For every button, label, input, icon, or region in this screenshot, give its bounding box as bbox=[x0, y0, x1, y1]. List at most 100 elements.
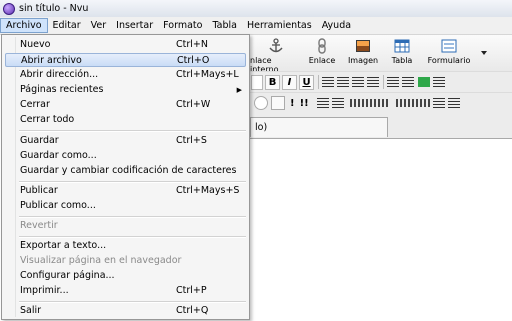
tab-document[interactable]: lo) bbox=[250, 117, 388, 137]
menu-item-shortcut: Ctrl+P bbox=[176, 285, 207, 296]
align-right-icon[interactable] bbox=[352, 77, 364, 87]
menu-item-guardar-y-cambiar-codificacion[interactable]: Guardar y cambiar codificación de caract… bbox=[5, 164, 246, 178]
menu-bar: Archivo Editar Ver Insertar Formato Tabl… bbox=[0, 17, 512, 35]
menu-item-shortcut: Ctrl+S bbox=[176, 135, 207, 146]
emphasis-button[interactable]: ! bbox=[290, 98, 295, 109]
menu-insertar[interactable]: Insertar bbox=[111, 18, 158, 33]
menu-item-label: Exportar a texto... bbox=[20, 240, 107, 251]
menu-separator bbox=[19, 216, 246, 218]
spacing-icons[interactable] bbox=[349, 99, 390, 107]
menu-item-label: Guardar como... bbox=[20, 150, 97, 161]
image-button-label: Imagen bbox=[347, 56, 379, 65]
menu-archivo[interactable]: Archivo bbox=[0, 18, 48, 33]
menu-item-shortcut: Ctrl+Mays+L bbox=[176, 69, 239, 80]
document-tabs: lo) bbox=[250, 113, 512, 138]
menu-item-label: Guardar bbox=[20, 135, 59, 146]
link-icon bbox=[318, 38, 326, 54]
bullet-list-icon[interactable] bbox=[387, 77, 399, 87]
menu-item-salir[interactable]: Salir Ctrl+Q bbox=[5, 304, 246, 318]
menu-item-nuevo[interactable]: Nuevo Ctrl+N bbox=[5, 38, 246, 52]
list-icon[interactable] bbox=[316, 98, 329, 108]
menu-item-label: Abrir dirección... bbox=[20, 69, 99, 80]
numbered-list-icon[interactable] bbox=[402, 77, 414, 87]
composition-toolbar: nlace interno Enlace Imagen Tabla Formul… bbox=[250, 35, 512, 74]
align-justify-icon[interactable] bbox=[367, 77, 379, 87]
menu-item-exportar-texto[interactable]: Exportar a texto... bbox=[5, 239, 246, 253]
menu-item-label: Nuevo bbox=[20, 39, 51, 50]
archivo-menu: Nuevo Ctrl+N Abrir archivo Ctrl+O Abrir … bbox=[1, 34, 250, 320]
menu-separator bbox=[19, 301, 246, 303]
outdent-icon[interactable] bbox=[433, 77, 445, 87]
justify-icon[interactable] bbox=[432, 98, 445, 108]
menu-ayuda[interactable]: Ayuda bbox=[317, 18, 356, 33]
table-button-label: Tabla bbox=[391, 56, 413, 65]
menu-item-label: Publicar como... bbox=[20, 200, 96, 211]
menu-item-cerrar-todo[interactable]: Cerrar todo bbox=[5, 113, 246, 127]
menu-item-shortcut: Ctrl+Mays+S bbox=[176, 185, 240, 196]
menu-item-cerrar[interactable]: Cerrar Ctrl+W bbox=[5, 98, 246, 112]
menu-item-label: Visualizar página en el navegador bbox=[20, 255, 182, 266]
menu-item-guardar-como[interactable]: Guardar como... bbox=[5, 149, 246, 163]
menu-tabla[interactable]: Tabla bbox=[207, 18, 242, 33]
menu-herramientas[interactable]: Herramientas bbox=[242, 18, 317, 33]
text-color-icon[interactable] bbox=[254, 96, 268, 110]
toolbar-divider bbox=[383, 75, 384, 89]
toolbar-divider bbox=[318, 75, 319, 89]
menu-item-shortcut: Ctrl+N bbox=[176, 39, 208, 50]
menu-item-label: Salir bbox=[20, 305, 42, 316]
menu-separator bbox=[19, 130, 246, 132]
color-picker-fragment[interactable] bbox=[251, 74, 263, 90]
menu-item-abrir-direccion[interactable]: Abrir dirección... Ctrl+Mays+L bbox=[5, 68, 246, 82]
link-button[interactable]: Enlace bbox=[302, 38, 342, 65]
menu-formato[interactable]: Formato bbox=[158, 18, 207, 33]
anchor-button[interactable]: nlace interno bbox=[250, 38, 302, 74]
format-toolbar-2: ! !! bbox=[250, 92, 512, 113]
underline-button[interactable]: U bbox=[299, 74, 314, 90]
image-button[interactable]: Imagen bbox=[342, 38, 384, 65]
menu-item-shortcut: Ctrl+Q bbox=[176, 305, 209, 316]
menu-item-label: Imprimir... bbox=[20, 285, 69, 296]
menu-item-label: Páginas recientes bbox=[20, 84, 104, 95]
highlight-icon[interactable] bbox=[271, 96, 285, 110]
strong-emphasis-button[interactable]: !! bbox=[300, 98, 309, 109]
menu-item-visualizar-navegador: Visualizar página en el navegador bbox=[5, 254, 246, 268]
menu-item-abrir-archivo[interactable]: Abrir archivo Ctrl+O bbox=[5, 53, 246, 67]
table-icon bbox=[394, 39, 410, 53]
table-button[interactable]: Tabla bbox=[384, 38, 420, 65]
menu-item-label: Revertir bbox=[20, 220, 58, 231]
form-icon bbox=[441, 39, 457, 53]
indent-icon[interactable] bbox=[418, 77, 430, 87]
menu-item-publicar[interactable]: Publicar Ctrl+Mays+S bbox=[5, 184, 246, 198]
menu-item-label: Abrir archivo bbox=[21, 55, 82, 66]
justify-icon-2[interactable] bbox=[447, 98, 460, 108]
menu-item-label: Guardar y cambiar codificación de caract… bbox=[20, 165, 237, 176]
nvu-app-icon bbox=[3, 2, 15, 15]
menu-item-shortcut: Ctrl+O bbox=[177, 55, 210, 66]
list-icon-2[interactable] bbox=[331, 98, 344, 108]
menu-item-label: Configurar página... bbox=[20, 270, 115, 281]
spacing-icons-2[interactable] bbox=[395, 99, 430, 107]
menu-item-label: Cerrar todo bbox=[20, 114, 75, 125]
menu-item-shortcut: Ctrl+W bbox=[176, 99, 211, 110]
menu-ver[interactable]: Ver bbox=[86, 18, 112, 33]
window-title: sin título - Nvu bbox=[19, 3, 89, 14]
submenu-arrow-icon: ▶ bbox=[236, 86, 242, 94]
editor-canvas[interactable] bbox=[250, 138, 512, 321]
menu-separator bbox=[19, 181, 246, 183]
bold-button[interactable]: B bbox=[265, 74, 280, 90]
menu-editar[interactable]: Editar bbox=[48, 18, 86, 33]
italic-button[interactable]: I bbox=[282, 74, 297, 90]
menu-item-paginas-recientes[interactable]: Páginas recientes ▶ bbox=[5, 83, 246, 97]
menu-item-label: Publicar bbox=[20, 185, 58, 196]
align-center-icon[interactable] bbox=[337, 77, 349, 87]
form-button[interactable]: Formulario bbox=[420, 38, 478, 65]
align-left-icon[interactable] bbox=[322, 77, 334, 87]
menu-item-imprimir[interactable]: Imprimir... Ctrl+P bbox=[5, 284, 246, 298]
menu-item-guardar[interactable]: Guardar Ctrl+S bbox=[5, 134, 246, 148]
title-bar: sin título - Nvu bbox=[0, 0, 512, 18]
menu-item-configurar-pagina[interactable]: Configurar página... bbox=[5, 269, 246, 283]
menu-item-label: Cerrar bbox=[20, 99, 50, 110]
menu-item-revertir: Revertir bbox=[5, 219, 246, 233]
toolbar-overflow-icon[interactable] bbox=[480, 49, 488, 57]
menu-item-publicar-como[interactable]: Publicar como... bbox=[5, 199, 246, 213]
